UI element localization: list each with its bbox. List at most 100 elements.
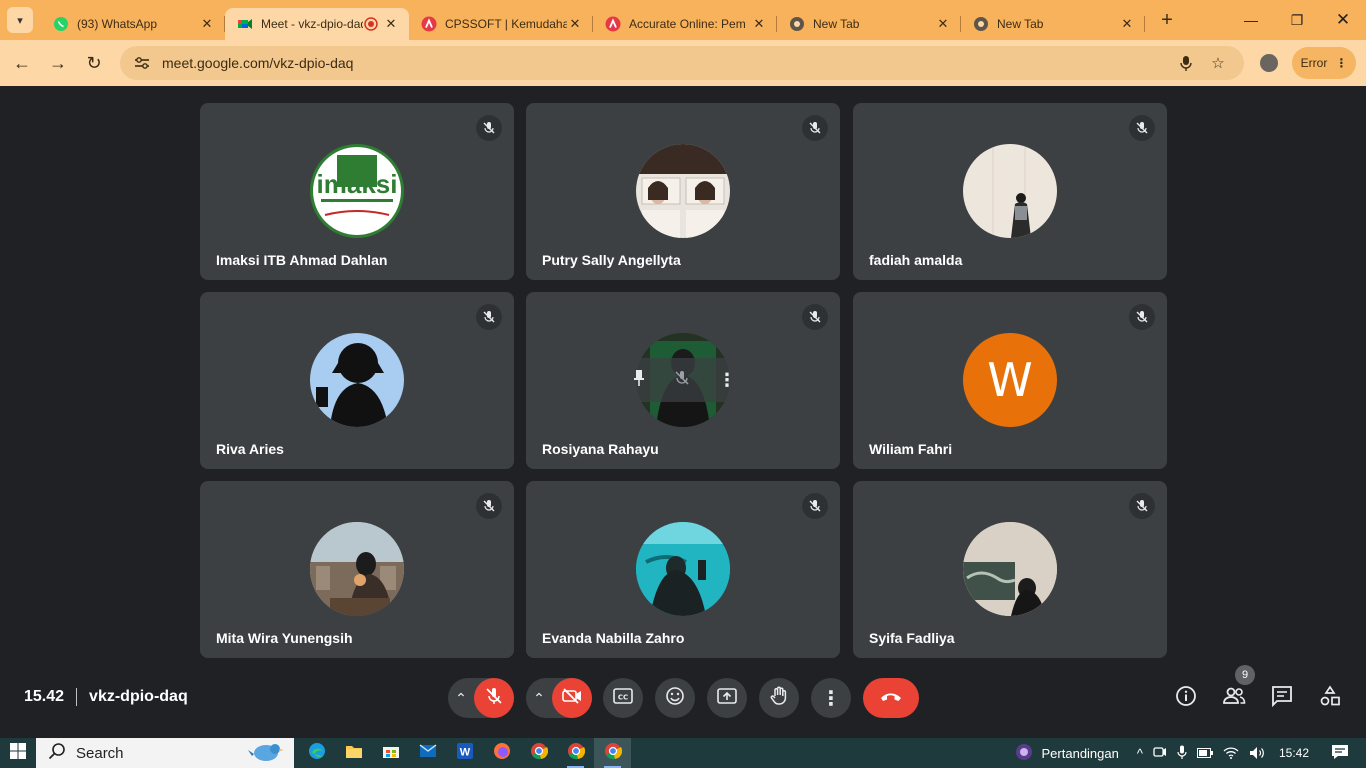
participant-avatar: W — [963, 333, 1057, 427]
participant-tile[interactable]: W Wiliam Fahri — [853, 292, 1167, 469]
tab-new-1[interactable]: New Tab ✕ — [777, 8, 961, 40]
participant-name: Mita Wira Yunengsih — [216, 630, 353, 646]
participant-tile[interactable]: Syifa Fadliya — [853, 481, 1167, 658]
close-icon[interactable]: ✕ — [567, 16, 583, 32]
participant-avatar: imaksi — [310, 144, 404, 238]
mic-options-button[interactable]: ⌃ — [448, 690, 474, 707]
show-hidden-icons-button[interactable]: ^ — [1132, 746, 1148, 761]
present-screen-button[interactable] — [707, 678, 747, 718]
more-vert-icon[interactable]: ⋮ — [718, 370, 736, 391]
close-icon[interactable]: ✕ — [383, 16, 399, 32]
imaksi-logo-text: imaksi — [317, 169, 398, 199]
taskbar-clock[interactable]: 15:42 — [1274, 746, 1314, 760]
tab-new-2[interactable]: New Tab ✕ — [961, 8, 1145, 40]
window-controls: — ❐ ✕ — [1228, 0, 1366, 40]
mute-participant-icon[interactable] — [674, 370, 690, 391]
taskbar-edge[interactable] — [298, 738, 335, 768]
pin-icon[interactable] — [632, 369, 646, 392]
volume-icon[interactable] — [1244, 746, 1270, 760]
arrow-left-icon: ← — [13, 52, 31, 73]
reload-icon: ↻ — [86, 52, 102, 73]
profile-avatar[interactable] — [1258, 52, 1280, 74]
taskbar-file-explorer[interactable] — [335, 738, 372, 768]
site-settings-icon[interactable] — [130, 56, 154, 70]
leave-call-button-wrap — [863, 678, 919, 718]
participant-tile[interactable]: Mita Wira Yunengsih — [200, 481, 514, 658]
participant-tile[interactable]: imaksi Imaksi ITB Ahmad Dahlan — [200, 103, 514, 280]
error-button[interactable]: Error ⋮ — [1292, 47, 1356, 79]
system-tray: Pertandingan ^ 15:42 — [1009, 738, 1366, 768]
back-button[interactable]: ← — [4, 45, 40, 81]
taskbar-word[interactable]: W — [446, 738, 483, 768]
more-vert-icon: ⋮ — [1335, 56, 1348, 70]
tab-search-button[interactable]: ▾ — [7, 7, 33, 33]
mic-off-icon — [485, 687, 503, 710]
meeting-code: vkz-dpio-daq — [89, 688, 188, 705]
participant-tile[interactable]: ⋮ Rosiyana Rahayu — [526, 292, 840, 469]
new-tab-button[interactable]: + — [1153, 6, 1181, 34]
meet-tray-icon[interactable] — [1148, 745, 1172, 762]
taskbar-firefox[interactable] — [483, 738, 520, 768]
mic-off-icon — [476, 115, 502, 141]
weather-widget[interactable]: Pertandingan — [1009, 742, 1124, 765]
raise-hand-button[interactable] — [759, 678, 799, 718]
url-text[interactable]: meet.google.com/vkz-dpio-daq — [162, 55, 1170, 71]
tab-title: New Tab — [997, 17, 1044, 31]
address-bar[interactable]: meet.google.com/vkz-dpio-daq ☆ — [120, 46, 1244, 80]
tab-cpssoft[interactable]: CPSSOFT | Kemudahan ✕ — [409, 8, 593, 40]
close-icon[interactable]: ✕ — [935, 16, 951, 32]
participant-tile[interactable]: Putry Sally Angellyta — [526, 103, 840, 280]
people-icon — [1222, 687, 1246, 710]
tab-meet[interactable]: Meet - vkz-dpio-daq ✕ — [225, 8, 409, 40]
leave-call-button[interactable] — [863, 678, 919, 718]
battery-icon[interactable] — [1192, 748, 1218, 758]
mic-tray-icon[interactable] — [1172, 745, 1192, 762]
closed-captions-icon: CC — [613, 687, 633, 709]
meeting-details-button[interactable] — [1168, 680, 1204, 716]
tab-whatsapp[interactable]: (93) WhatsApp ✕ — [41, 8, 225, 40]
forward-button[interactable]: → — [40, 45, 76, 81]
restore-button[interactable]: ❐ — [1274, 0, 1320, 40]
more-options-button[interactable]: ⋮ — [811, 678, 851, 718]
microphone-icon[interactable] — [1170, 55, 1202, 71]
mic-off-icon — [1129, 115, 1155, 141]
taskbar-search[interactable]: Search — [36, 738, 294, 768]
tab-accurate[interactable]: Accurate Online: Pem ✕ — [593, 8, 777, 40]
taskbar-chrome[interactable] — [520, 738, 557, 768]
camera-options-button[interactable]: ⌃ — [526, 690, 552, 707]
plus-icon: + — [1161, 8, 1173, 31]
close-icon[interactable]: ✕ — [199, 16, 215, 32]
captions-button[interactable]: CC — [603, 678, 643, 718]
minimize-button[interactable]: — — [1228, 0, 1274, 40]
error-label: Error — [1300, 56, 1328, 70]
wifi-icon[interactable] — [1218, 747, 1244, 759]
taskbar-chrome-profile[interactable] — [557, 738, 594, 768]
chevron-down-icon: ▾ — [17, 14, 23, 27]
close-window-button[interactable]: ✕ — [1320, 0, 1366, 40]
mic-toggle-button[interactable] — [474, 678, 514, 718]
taskbar-chrome-active[interactable] — [594, 738, 631, 768]
participant-tile[interactable]: fadiah amalda — [853, 103, 1167, 280]
reload-button[interactable]: ↻ — [76, 45, 112, 81]
participant-name: Wiliam Fahri — [869, 441, 953, 457]
bookmark-star-icon[interactable]: ☆ — [1202, 54, 1234, 72]
mic-off-icon — [476, 493, 502, 519]
more-options-button-wrap: ⋮ — [811, 678, 851, 718]
participant-tile[interactable]: Riva Aries — [200, 292, 514, 469]
camera-toggle-button[interactable] — [552, 678, 592, 718]
participant-avatar — [310, 522, 404, 616]
chrome-icon — [789, 16, 805, 32]
chat-button[interactable] — [1264, 680, 1300, 716]
people-button[interactable] — [1216, 680, 1252, 716]
activities-button[interactable] — [1312, 680, 1348, 716]
participant-name: Imaksi ITB Ahmad Dahlan — [216, 252, 388, 268]
participant-tile[interactable]: Evanda Nabilla Zahro — [526, 481, 840, 658]
notifications-button[interactable] — [1326, 744, 1354, 763]
taskbar-store[interactable] — [372, 738, 409, 768]
participant-name: fadiah amalda — [869, 252, 963, 268]
reactions-button[interactable] — [655, 678, 695, 718]
taskbar-mail[interactable] — [409, 738, 446, 768]
start-button[interactable] — [0, 738, 36, 768]
close-icon[interactable]: ✕ — [751, 16, 767, 32]
close-icon[interactable]: ✕ — [1119, 16, 1135, 32]
